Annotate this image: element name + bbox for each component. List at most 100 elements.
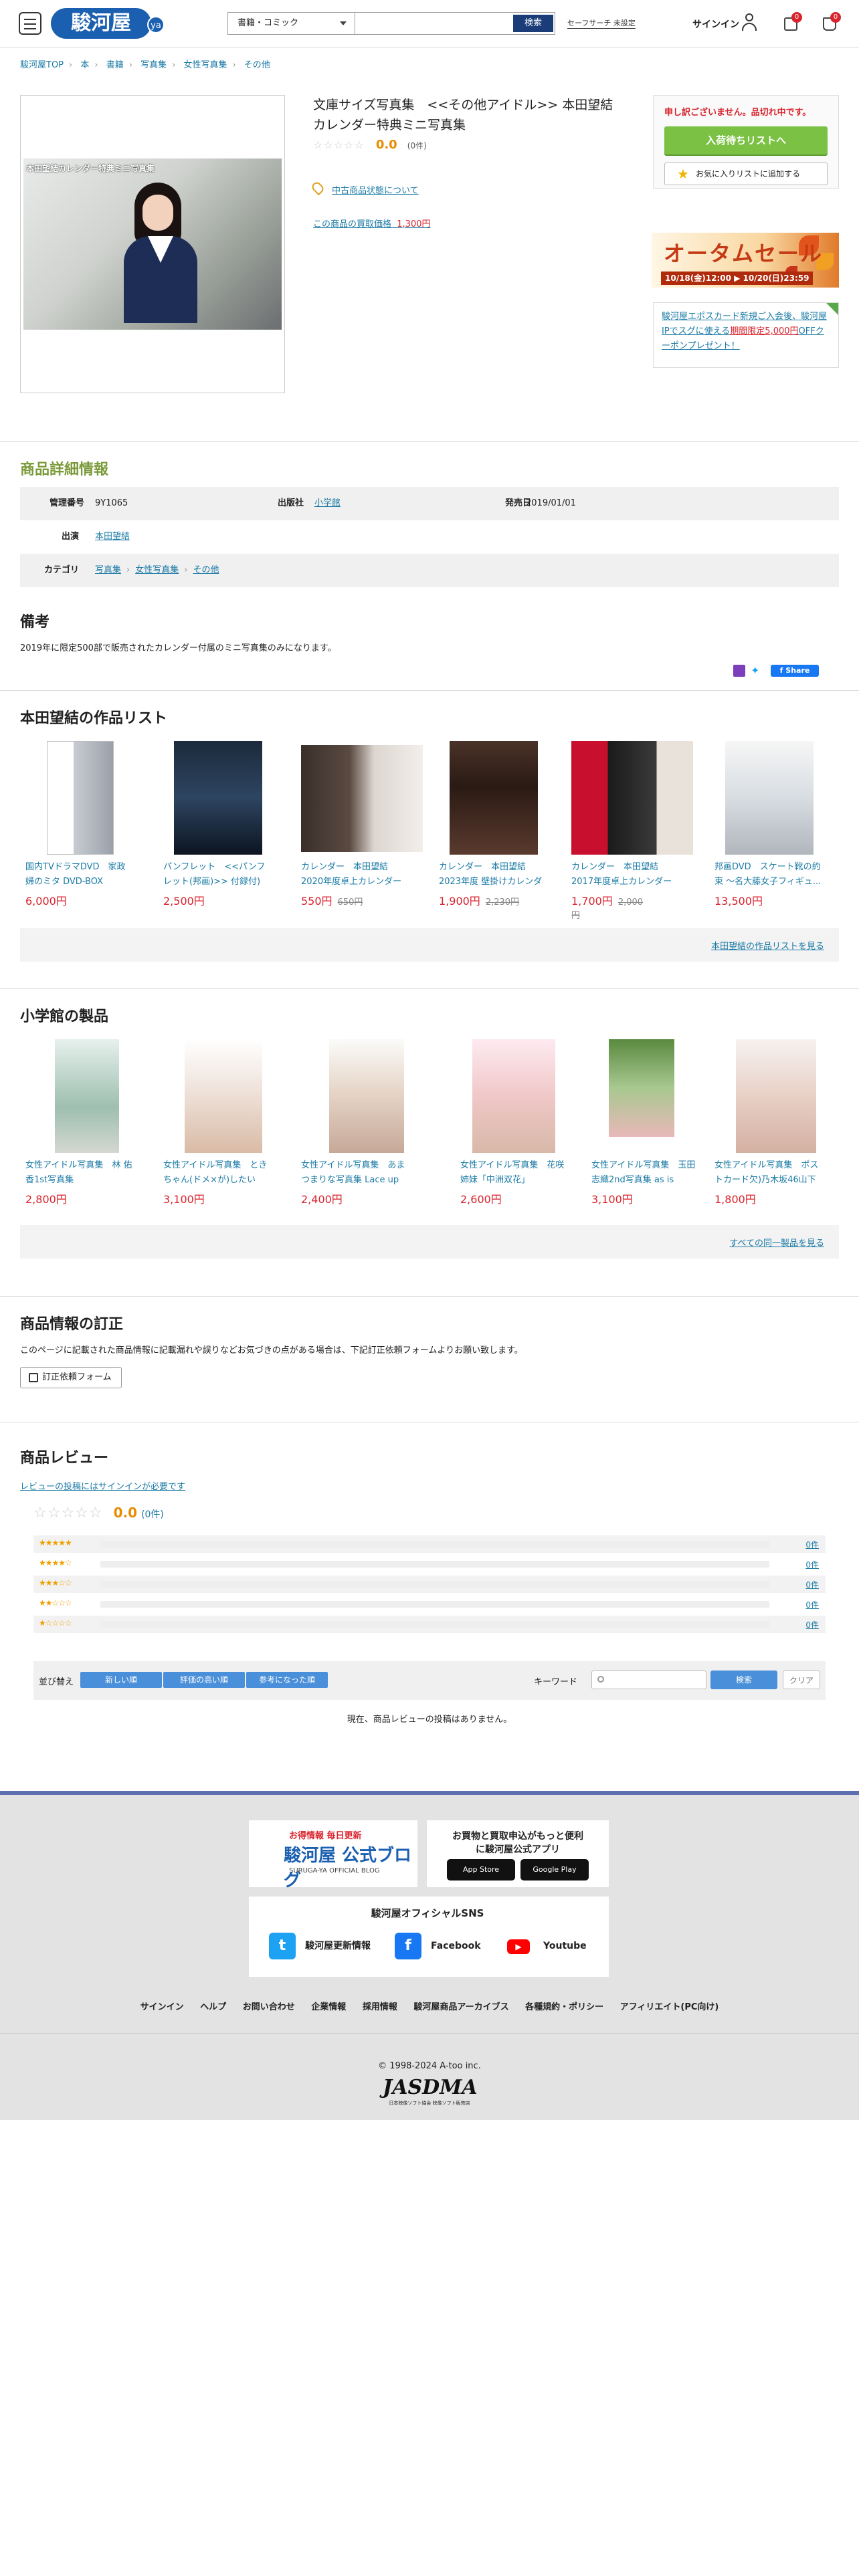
product-price: 2,500円 (163, 895, 205, 907)
site-logo[interactable]: 駿河屋 ya (51, 5, 165, 41)
star-icon: ★ (677, 166, 689, 182)
product-thumbnail (609, 1039, 674, 1137)
product-rating: ☆☆☆☆☆ 0.0 (0件) (313, 138, 427, 152)
product-thumbnail (55, 1039, 119, 1153)
category-link[interactable]: その他 (193, 565, 219, 575)
product-price: 2,400円 (301, 1193, 343, 1206)
wishlist-button[interactable]: 入荷待ちリストへ (664, 126, 828, 154)
details-row: カテゴリ 写真集 › 女性写真集 › その他 (20, 554, 839, 587)
breadcrumb-item[interactable]: 本 (80, 60, 89, 70)
sort-rating-button[interactable]: 評価の高い順 (163, 1672, 245, 1688)
user-icon[interactable] (741, 13, 757, 32)
cart-icon[interactable]: 0 (820, 12, 841, 33)
product-thumbnail (472, 1039, 555, 1153)
breadcrumb-item[interactable]: 写真集 (140, 60, 167, 70)
footer-link[interactable]: サインイン (140, 2002, 184, 2012)
bar-count[interactable]: 0件 (805, 1579, 819, 1590)
product-thumbnail (725, 741, 814, 855)
sort-newest-button[interactable]: 新しい順 (80, 1672, 162, 1688)
footer-link[interactable]: アフィリエイト(PC向け) (620, 2002, 719, 2012)
blog-title: 駿河屋 公式ブログ (284, 1846, 412, 1891)
breadcrumb-item[interactable]: その他 (244, 60, 270, 70)
product-price: 2,800円 (25, 1193, 67, 1206)
app-store-badge[interactable]: App Store (447, 1859, 515, 1881)
share-icon[interactable] (733, 665, 745, 677)
breadcrumb-item[interactable]: 書籍 (106, 60, 124, 70)
works-more-link[interactable]: 本田望結の作品リストを見る (711, 939, 824, 952)
rating-bar-5: ★★★★★ 0件 (33, 1535, 826, 1553)
jasdma-logo: JASDMA 日本映像ソフト協会 映像ソフト販売店 (383, 2076, 478, 2108)
detail-label: カテゴリ (43, 565, 79, 575)
category-link[interactable]: 写真集 (95, 565, 121, 575)
twitter-icon[interactable]: ✦ (751, 665, 765, 677)
app-banner: お買物と買取申込がもっと便利 に駿河屋公式アプリ App Store Googl… (427, 1820, 609, 1887)
product-thumbnail (450, 741, 538, 855)
keyword-input[interactable] (591, 1671, 706, 1689)
logo-text: 駿河屋 (51, 8, 151, 39)
official-blog-banner[interactable]: お得情報 毎日更新 駿河屋 公式ブログ SURUGA-YA OFFICIAL B… (249, 1820, 417, 1891)
product-thumbnail (329, 1039, 404, 1153)
sort-label: 並び替え (39, 1677, 74, 1687)
footer-link[interactable]: 各種規約・ポリシー (525, 2002, 603, 2012)
details-row: 管理番号 9Y1065 出版社 小学館 発売日 2019/01/01 (20, 487, 839, 520)
product-name: 女性アイドル写真集 花咲姉妹「中洲双花」 (460, 1160, 565, 1185)
review-summary: ☆☆☆☆☆ 0.0 (0件) (33, 1505, 164, 1521)
review-search-button[interactable]: 検索 (710, 1671, 777, 1689)
review-count[interactable]: (0件) (141, 1509, 164, 1520)
product-name: カレンダー 本田望結 2020年度卓上カレンダー (301, 862, 402, 887)
performer-link[interactable]: 本田望結 (95, 520, 130, 554)
breadcrumb-item[interactable]: 女性写真集 (183, 60, 227, 70)
footer-link[interactable]: お問い合わせ (243, 2002, 295, 2012)
photo-caption: 本田望結カレンダー特典ミニ写真集 (26, 164, 155, 173)
correction-form-button[interactable]: 訂正依頼フォーム (20, 1367, 122, 1388)
sns-title: 駿河屋オフィシャルSNS (371, 1907, 484, 1919)
product-price: 6,000円 (25, 895, 67, 907)
bar-count[interactable]: 0件 (805, 1559, 819, 1570)
footer-link[interactable]: 駿河屋商品アーカイブス (413, 2002, 508, 2012)
bar-count[interactable]: 0件 (805, 1539, 819, 1550)
google-play-badge[interactable]: Google Play (520, 1859, 589, 1881)
buy-price-link[interactable]: この商品の買取価格 1,300円 (313, 217, 431, 229)
product-price: 550円 650円 (301, 895, 363, 907)
favorite-button[interactable]: ★ お気に入りリストに追加する (664, 163, 828, 185)
product-name: 国内TVドラマDVD 家政婦のミタ DVD-BOX (25, 862, 126, 887)
bar-count[interactable]: 0件 (805, 1619, 819, 1630)
reviews-heading: 商品レビュー (20, 1450, 109, 1467)
footer-link[interactable]: 企業情報 (311, 2002, 346, 2012)
review-signin-link[interactable]: レビューの投稿にはサインインが必要です (20, 1479, 185, 1492)
rating-bar-4: ★★★★☆ 0件 (33, 1555, 826, 1573)
footer-link[interactable]: 採用情報 (363, 2002, 397, 2012)
bar-count[interactable]: 0件 (805, 1599, 819, 1610)
product-name: カレンダー 本田望結 2017年度卓上カレンダー (571, 862, 672, 887)
category-select[interactable]: 書籍・コミック (228, 13, 355, 34)
bar-stars: ★★★★☆ (39, 1558, 72, 1568)
sort-helpful-button[interactable]: 参考になった順 (246, 1672, 328, 1688)
works-heading: 本田望結の作品リスト (20, 710, 168, 727)
product-title: 文庫サイズ写真集 <<その他アイドル>> 本田望結カレンダー特典ミニ写真集 (313, 98, 613, 132)
banner-dates: 10/18(金)12:00 ▶ 10/20(日)23:59 (661, 272, 814, 285)
rating-stars: ☆☆☆☆☆ (313, 138, 365, 151)
used-condition-link[interactable]: 中古商品状態について (332, 183, 419, 196)
publisher-more-link[interactable]: すべての同一製品を見る (729, 1236, 824, 1249)
review-clear-button[interactable]: クリア (783, 1671, 820, 1689)
publisher-link[interactable]: 小学館 (314, 487, 341, 520)
footer-link[interactable]: ヘルプ (200, 2002, 226, 2012)
facebook-share-button[interactable]: f Share (771, 665, 819, 677)
product-price: 3,100円 (591, 1193, 633, 1206)
product-image-frame[interactable]: 本田望結カレンダー特典ミニ写真集 (20, 95, 285, 393)
notice-icon[interactable]: 0 (781, 12, 802, 33)
publisher-heading: 小学館の製品 (20, 1008, 109, 1025)
epos-card-promo[interactable]: 駿河屋エポスカード新規ご入会後、駿河屋IPでスグに使える期間限定5,000円OF… (653, 302, 839, 368)
breadcrumb-item[interactable]: 駿河屋TOP (20, 60, 64, 70)
site-header: 駿河屋 ya 書籍・コミック 検索 セーフサーチ 未設定 サインイン 0 0 (0, 0, 859, 48)
search-input[interactable] (357, 13, 509, 34)
product-thumbnail (301, 745, 423, 852)
product-price: 13,500円 (714, 895, 763, 907)
logo-suffix: ya (147, 16, 165, 33)
menu-icon[interactable] (19, 12, 41, 35)
autumn-sale-banner[interactable]: オータムセール 10/18(金)12:00 ▶ 10/20(日)23:59 (652, 233, 839, 288)
safe-search-link[interactable]: セーフサーチ 未設定 (567, 17, 636, 29)
signin-link[interactable]: サインイン (692, 17, 739, 31)
search-button[interactable]: 検索 (513, 15, 553, 32)
category-link[interactable]: 女性写真集 (135, 565, 179, 575)
